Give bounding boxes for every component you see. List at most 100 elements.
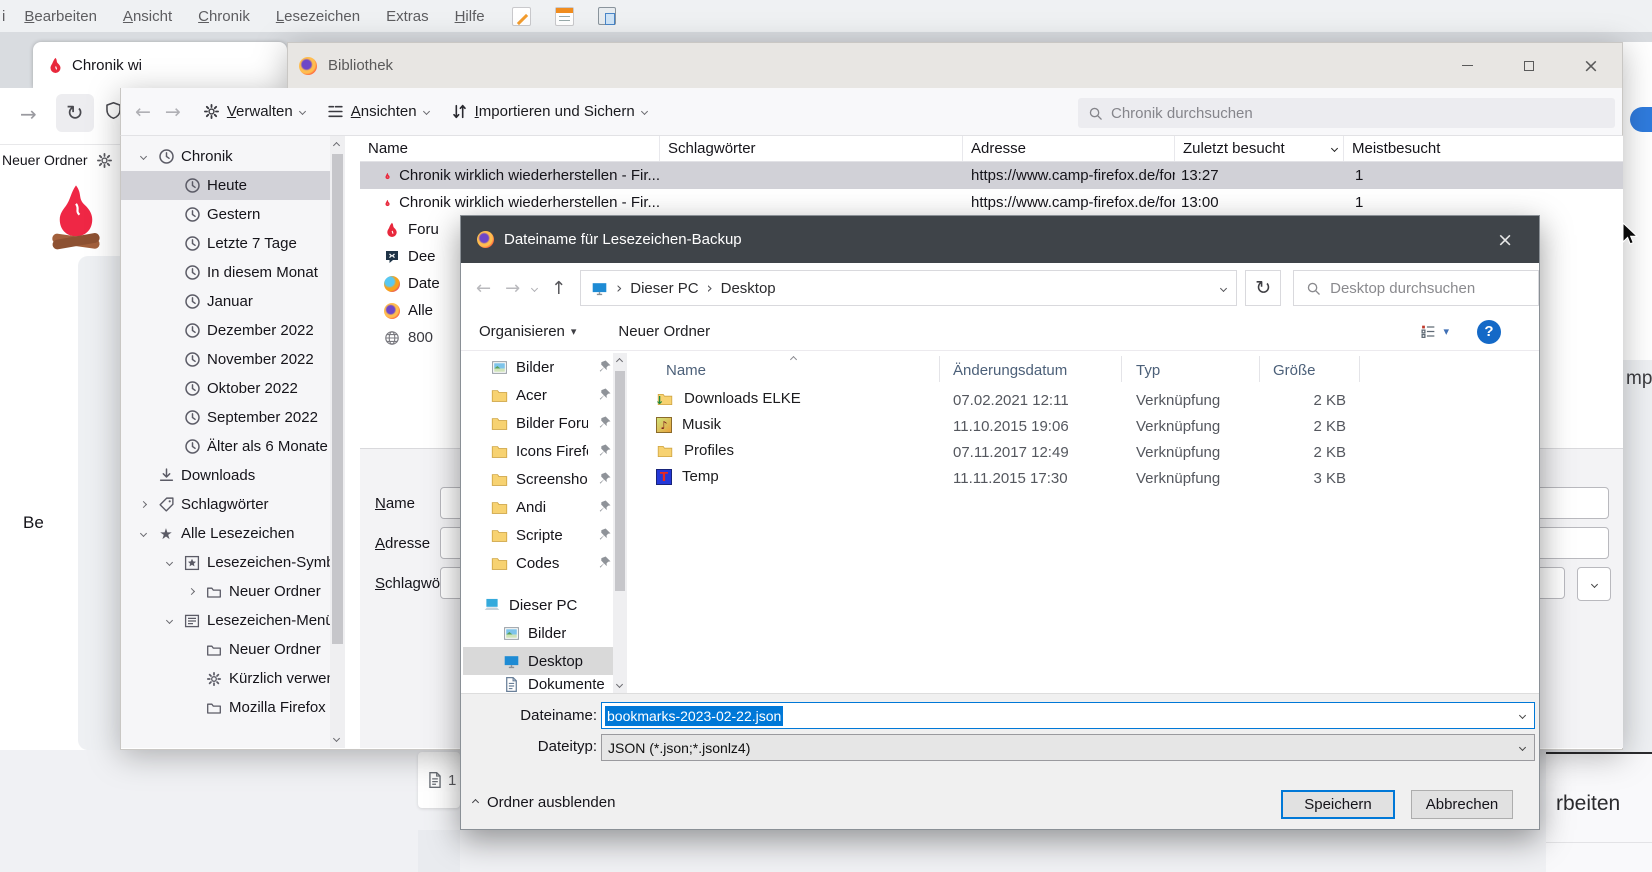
import-backup-button[interactable]: Importieren und Sichern xyxy=(443,97,655,126)
library-titlebar[interactable]: Bibliothek × xyxy=(287,42,1623,88)
file-column-typ[interactable]: Typ xyxy=(1136,362,1160,379)
reload-icon[interactable]: ↻ xyxy=(66,101,84,125)
tags-dropdown-button[interactable] xyxy=(1577,567,1611,601)
pin-icon[interactable] xyxy=(597,387,612,402)
address-breadcrumb[interactable]: › Dieser PC › Desktop xyxy=(580,270,1237,306)
back-icon[interactable]: ← xyxy=(476,278,491,299)
file-row[interactable]: ♪ Musik xyxy=(656,416,721,433)
address-dropdown-icon[interactable] xyxy=(1220,284,1227,291)
tree-item-mozilla-firefox[interactable]: Mozilla Firefox xyxy=(121,693,345,722)
pin-icon[interactable] xyxy=(597,415,612,430)
sidebar-scrollbar[interactable] xyxy=(330,136,345,748)
ansichten-button[interactable]: Ansichten xyxy=(319,97,437,126)
tree-item-heute[interactable]: Heute xyxy=(121,171,345,200)
file-row[interactable]: T Temp xyxy=(656,468,719,485)
hide-folders-button[interactable]: Ordner ausblenden xyxy=(473,794,615,811)
verwalten-button[interactable]: Verwalten xyxy=(195,97,313,126)
pin-icon[interactable] xyxy=(597,359,612,374)
menu-item-datei-fragment[interactable]: i xyxy=(0,8,11,25)
refresh-button[interactable]: ↻ xyxy=(1245,270,1281,306)
file-row[interactable]: Profiles xyxy=(656,442,734,459)
nav-item-bilder-forum-pinned[interactable]: Bilder Forum xyxy=(463,409,613,437)
column-meistbesucht[interactable]: Meistbesucht xyxy=(1344,136,1623,161)
filename-input[interactable]: bookmarks-2023-02-22.json xyxy=(601,702,1535,729)
cancel-button[interactable]: Abbrechen xyxy=(1411,790,1513,819)
save-button[interactable]: Speichern xyxy=(1281,790,1395,819)
pin-icon[interactable] xyxy=(597,499,612,514)
column-zuletzt-besucht[interactable]: Zuletzt besucht xyxy=(1175,136,1344,161)
tree-item-november-2022[interactable]: November 2022 xyxy=(121,345,345,374)
library-search-input[interactable]: Chronik durchsuchen xyxy=(1078,98,1615,128)
pin-icon[interactable] xyxy=(597,443,612,458)
nav-item-codes-pinned[interactable]: Codes xyxy=(463,549,613,577)
tree-item-kuerzlich-verwendet[interactable]: Kürzlich verwende xyxy=(121,664,345,693)
calendar-icon[interactable] xyxy=(555,7,574,26)
breadcrumb-dieser-pc[interactable]: Dieser PC xyxy=(630,280,698,297)
nav-item-dieser-pc[interactable]: Dieser PC xyxy=(463,591,613,619)
nav-item-scripte-pinned[interactable]: Scripte xyxy=(463,521,613,549)
copy-icon[interactable] xyxy=(598,7,616,25)
menu-item-bearbeiten[interactable]: Bearbeiten xyxy=(11,8,110,25)
tree-item-schlagwoerter[interactable]: Schlagwörter xyxy=(121,490,345,519)
nav-item-bilder[interactable]: Bilder xyxy=(463,619,613,647)
view-dropdown-icon[interactable]: ▾ xyxy=(1443,325,1449,338)
tree-item-letzte-7-tage[interactable]: Letzte 7 Tage xyxy=(121,229,345,258)
tree-item-neuer-ordner[interactable]: Neuer Ordner xyxy=(121,577,345,606)
close-button[interactable]: × xyxy=(1560,43,1622,88)
file-column-groesse[interactable]: Größe xyxy=(1273,362,1316,379)
tree-item-in-diesem-monat[interactable]: In diesem Monat xyxy=(121,258,345,287)
dialog-sidebar-scrollbar[interactable] xyxy=(613,353,627,693)
file-row[interactable]: ↓ Downloads ELKE xyxy=(656,390,801,407)
nav-item-desktop[interactable]: Desktop xyxy=(463,647,613,675)
gear-icon[interactable] xyxy=(96,152,113,169)
filename-dropdown-icon[interactable] xyxy=(1519,712,1526,719)
tree-item-september-2022[interactable]: September 2022 xyxy=(121,403,345,432)
menu-item-hilfe[interactable]: Hilfe xyxy=(442,8,498,25)
dialog-search-input[interactable]: Desktop durchsuchen xyxy=(1293,270,1539,306)
column-schlagwoerter[interactable]: Schlagwörter xyxy=(660,136,963,161)
scrollbar-thumb[interactable] xyxy=(332,154,343,644)
breadcrumb-desktop[interactable]: Desktop xyxy=(721,280,776,297)
forward-icon[interactable]: → xyxy=(20,102,37,126)
table-row[interactable]: Chronik wirklich wiederherstellen - Fir.… xyxy=(360,162,1623,189)
nav-item-andi-pinned[interactable]: Andi xyxy=(463,493,613,521)
notes-icon[interactable] xyxy=(512,7,531,26)
column-adresse[interactable]: Adresse xyxy=(963,136,1175,161)
file-column-aenderungsdatum[interactable]: Änderungsdatum xyxy=(953,362,1067,379)
nav-item-icons-firefox-pinned[interactable]: Icons Firefox xyxy=(463,437,613,465)
tree-item-dezember-2022[interactable]: Dezember 2022 xyxy=(121,316,345,345)
file-column-name[interactable]: Name xyxy=(666,362,706,379)
pin-icon[interactable] xyxy=(597,527,612,542)
tree-item-gestern[interactable]: Gestern xyxy=(121,200,345,229)
menu-item-extras[interactable]: Extras xyxy=(373,8,442,25)
minimize-button[interactable] xyxy=(1436,43,1498,88)
nav-item-acer-pinned[interactable]: Acer xyxy=(463,381,613,409)
help-button[interactable]: ? xyxy=(1477,320,1501,344)
pin-icon[interactable] xyxy=(597,471,612,486)
blue-button-fragment[interactable] xyxy=(1630,107,1652,132)
pin-icon[interactable] xyxy=(597,555,612,570)
view-mode-icon[interactable] xyxy=(1420,323,1437,340)
tree-item-lesezeichen-symbolleiste[interactable]: Lesezeichen-Symbol xyxy=(121,548,345,577)
filetype-select[interactable]: JSON (*.json;*.jsonlz4) xyxy=(601,734,1535,761)
dialog-titlebar[interactable]: Dateiname für Lesezeichen-Backup × xyxy=(461,216,1539,263)
tree-item-neuer-ordner-2[interactable]: Neuer Ordner xyxy=(121,635,345,664)
menu-item-chronik[interactable]: Chronik xyxy=(185,8,263,25)
up-icon[interactable]: ↑ xyxy=(551,278,566,299)
nav-item-dokumente[interactable]: Dokumente xyxy=(463,675,613,693)
tree-item-oktober-2022[interactable]: Oktober 2022 xyxy=(121,374,345,403)
tree-item-chronik[interactable]: Chronik xyxy=(121,142,345,171)
tree-item-aelter-als-6-monate[interactable]: Älter als 6 Monate xyxy=(121,432,345,461)
filetype-dropdown-icon[interactable] xyxy=(1519,744,1526,751)
table-row[interactable]: Chronik wirklich wiederherstellen - Fir.… xyxy=(360,189,1623,216)
nav-item-screenshots-pinned[interactable]: Screenshots xyxy=(463,465,613,493)
forward-icon[interactable]: → xyxy=(165,101,181,123)
nav-item-bilder-pinned[interactable]: Bilder xyxy=(463,353,613,381)
back-icon[interactable]: ← xyxy=(135,101,151,123)
menu-item-lesezeichen[interactable]: Lesezeichen xyxy=(263,8,373,25)
tree-item-alle-lesezeichen[interactable]: ★Alle Lesezeichen xyxy=(121,519,345,548)
close-icon[interactable]: × xyxy=(1497,229,1513,251)
forward-icon[interactable]: → xyxy=(505,278,520,299)
maximize-button[interactable] xyxy=(1498,43,1560,88)
new-folder-button[interactable]: Neuer Ordner xyxy=(618,323,710,340)
